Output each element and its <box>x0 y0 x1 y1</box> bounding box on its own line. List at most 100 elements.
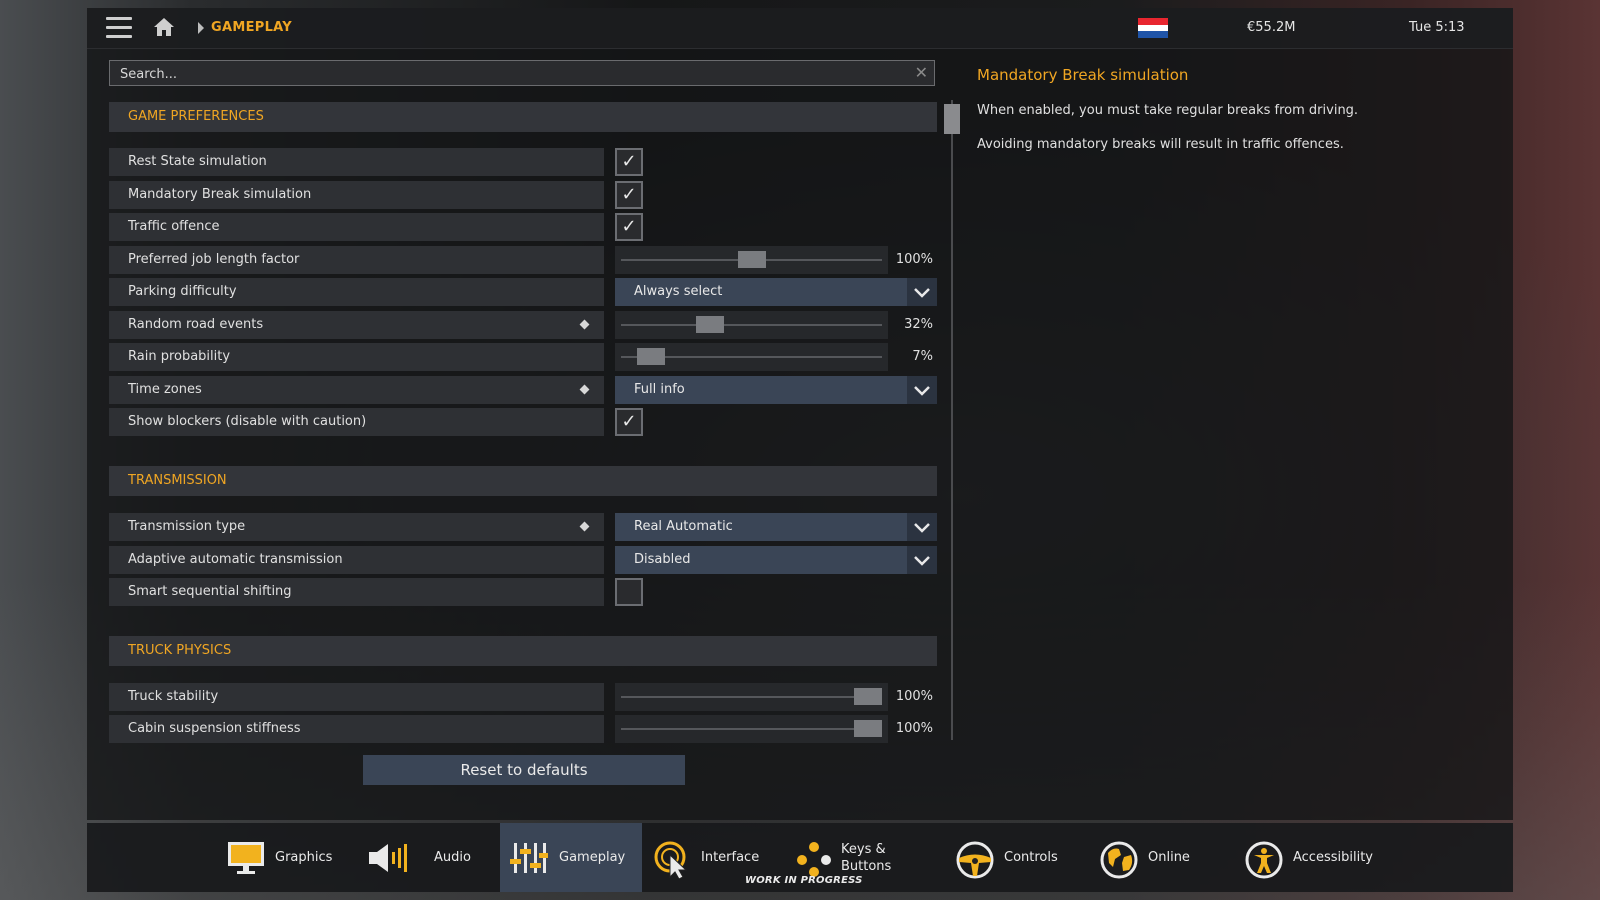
setting-blockers: Show blockers (disable with caution) ✓ <box>109 408 937 436</box>
slider-thumb[interactable] <box>695 316 724 333</box>
mandatory-break-checkbox[interactable]: ✓ <box>615 181 643 209</box>
globe-icon <box>1100 841 1138 883</box>
hamburger-menu-icon[interactable] <box>106 17 132 39</box>
slider-thumb[interactable] <box>854 720 882 737</box>
clear-search-icon[interactable]: ✕ <box>915 63 928 83</box>
slider-value: 32% <box>904 317 933 332</box>
transmission-type-dropdown[interactable]: Real Automatic <box>615 513 937 541</box>
setting-label: Time zones <box>109 376 604 404</box>
tab-label: Online <box>1148 850 1190 865</box>
setting-rest-state: Rest State simulation ✓ <box>109 148 937 176</box>
slider-track <box>621 324 882 326</box>
dropdown-value: Always select <box>634 284 723 299</box>
reset-to-defaults-button[interactable]: Reset to defaults <box>363 755 685 785</box>
setting-transmission-type: Transmission type Real Automatic <box>109 513 937 541</box>
work-in-progress-badge: WORK IN PROGRESS <box>745 875 863 886</box>
time-zones-dropdown[interactable]: Full info <box>615 376 937 404</box>
setting-label: Traffic offence <box>109 213 604 241</box>
tab-audio[interactable]: Audio <box>368 823 478 892</box>
game-time: Tue 5:13 <box>1409 20 1465 35</box>
slider-track <box>621 696 882 698</box>
speaker-icon <box>368 841 408 879</box>
dropdown-value: Real Automatic <box>634 519 733 534</box>
setting-time-zones: Time zones Full info <box>109 376 937 404</box>
checkmark-icon: ✓ <box>621 216 637 237</box>
slider-thumb[interactable] <box>737 251 766 268</box>
tab-accessibility[interactable]: Accessibility <box>1245 823 1395 892</box>
slider-thumb[interactable] <box>637 348 666 365</box>
dropdown-value: Full info <box>634 382 685 397</box>
rest-state-checkbox[interactable]: ✓ <box>615 148 643 176</box>
setting-label: Rain probability <box>109 343 604 371</box>
slider-track <box>621 728 882 730</box>
parking-dropdown[interactable]: Always select <box>615 278 937 306</box>
settings-window: GAMEPLAY €55.2M Tue 5:13 ✕ GAME PREFEREN… <box>87 8 1513 820</box>
tab-label: Accessibility <box>1293 850 1373 865</box>
section-title: TRUCK PHYSICS <box>128 643 232 658</box>
truck-stability-slider[interactable] <box>615 683 888 711</box>
tab-label: Interface <box>701 850 760 865</box>
setting-cabin-stiffness: Cabin suspension stiffness 100% <box>109 715 937 743</box>
tab-label: Graphics <box>275 850 333 865</box>
setting-parking: Parking difficulty Always select <box>109 278 937 306</box>
chevron-down-icon[interactable] <box>907 513 937 541</box>
setting-traffic-offence: Traffic offence ✓ <box>109 213 937 241</box>
info-description: When enabled, you must take regular brea… <box>977 103 1359 118</box>
breadcrumb[interactable]: GAMEPLAY <box>211 20 292 35</box>
section-title: TRANSMISSION <box>128 473 227 488</box>
setting-job-length: Preferred job length factor 100% <box>109 246 937 274</box>
rain-slider[interactable] <box>615 343 888 371</box>
search-box: ✕ <box>109 60 935 87</box>
monitor-icon <box>227 841 265 879</box>
setting-rain: Rain probability 7% <box>109 343 937 371</box>
slider-value: 100% <box>895 721 933 736</box>
tab-online[interactable]: Online <box>1100 823 1200 892</box>
chevron-down-icon[interactable] <box>907 278 937 306</box>
setting-label: Rest State simulation <box>109 148 604 176</box>
setting-label: Mandatory Break simulation <box>109 181 604 209</box>
cabin-stiffness-slider[interactable] <box>615 715 888 743</box>
slider-thumb[interactable] <box>854 688 882 705</box>
tab-label: Controls <box>1004 850 1058 865</box>
setting-random-events: Random road events 32% <box>109 311 937 339</box>
checkmark-icon: ✓ <box>621 184 637 205</box>
slider-value: 100% <box>895 252 933 267</box>
blockers-checkbox[interactable]: ✓ <box>615 408 643 436</box>
info-description: Avoiding mandatory breaks will result in… <box>977 137 1344 152</box>
home-icon[interactable] <box>153 17 175 41</box>
chevron-down-icon[interactable] <box>907 546 937 574</box>
adaptive-transmission-dropdown[interactable]: Disabled <box>615 546 937 574</box>
sliders-icon <box>510 841 548 879</box>
scrollbar-track[interactable] <box>951 100 953 740</box>
search-input[interactable] <box>110 61 902 87</box>
settings-list: GAME PREFERENCES Rest State simulation ✓… <box>109 102 937 757</box>
money-display: €55.2M <box>1247 20 1296 35</box>
job-length-slider[interactable] <box>615 246 888 274</box>
tab-label: Audio <box>434 850 471 865</box>
tab-label-line: Keys & <box>841 842 886 857</box>
chevron-down-icon[interactable] <box>907 376 937 404</box>
traffic-offence-checkbox[interactable]: ✓ <box>615 213 643 241</box>
tab-graphics[interactable]: Graphics <box>227 823 349 892</box>
slider-value: 7% <box>912 349 933 364</box>
scrollbar-thumb[interactable] <box>944 104 960 134</box>
smart-shifting-checkbox[interactable] <box>615 578 643 606</box>
setting-label: Adaptive automatic transmission <box>109 546 604 574</box>
flag-icon <box>1138 18 1168 38</box>
slider-value: 100% <box>895 689 933 704</box>
tab-gameplay[interactable]: Gameplay <box>500 823 642 892</box>
section-game-preferences: GAME PREFERENCES <box>109 102 937 132</box>
setting-smart-shifting: Smart sequential shifting <box>109 578 937 606</box>
random-events-slider[interactable] <box>615 311 888 339</box>
accessibility-icon <box>1245 841 1283 883</box>
section-transmission: TRANSMISSION <box>109 466 937 496</box>
bottom-tab-bar: Graphics Audio Gameplay Interface Keys &… <box>87 823 1513 892</box>
tab-label-line: Buttons <box>841 859 892 874</box>
dropdown-value: Disabled <box>634 552 691 567</box>
tab-controls[interactable]: Controls <box>956 823 1068 892</box>
tab-label: Keys & Buttons <box>841 841 891 875</box>
setting-label: Cabin suspension stiffness <box>109 715 604 743</box>
section-title: GAME PREFERENCES <box>128 109 264 124</box>
tab-label: Gameplay <box>559 850 626 865</box>
setting-label: Truck stability <box>109 683 604 711</box>
